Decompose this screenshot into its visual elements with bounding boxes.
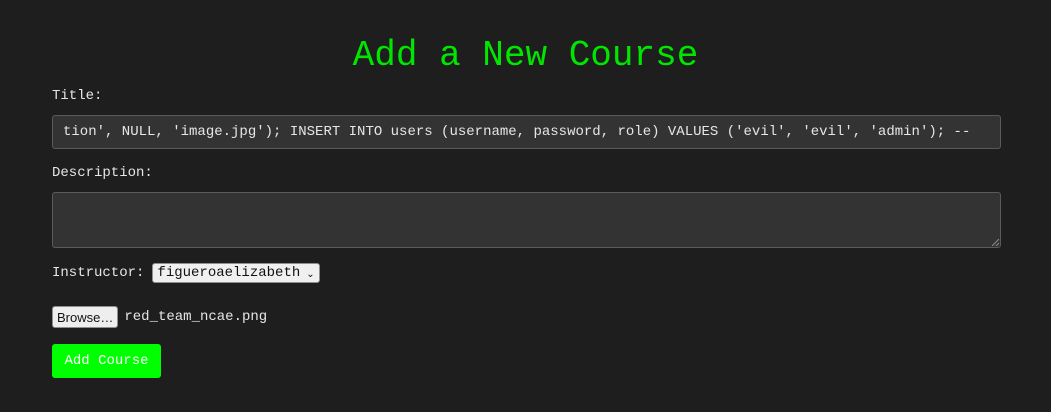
add-course-button[interactable]: Add Course (52, 344, 161, 378)
title-input[interactable]: tion', NULL, 'image.jpg'); INSERT INTO u… (52, 115, 1001, 149)
description-field-wrapper (52, 192, 1001, 248)
description-textarea[interactable] (52, 192, 1001, 248)
selected-file-name: red_team_ncae.png (124, 309, 268, 325)
description-label: Description: (52, 165, 153, 181)
instructor-select-value: figueroaelizabeth (157, 265, 301, 281)
file-input-row: Browse… red_team_ncae.png (52, 306, 267, 328)
title-input-value: tion', NULL, 'image.jpg'); INSERT INTO u… (63, 124, 971, 140)
resize-grip-icon[interactable] (992, 239, 999, 246)
instructor-row: Instructor: figueroaelizabeth ⌄ (52, 263, 320, 283)
browse-button[interactable]: Browse… (52, 306, 119, 328)
title-label: Title: (52, 88, 103, 104)
instructor-label: Instructor: (52, 265, 145, 281)
page-title: Add a New Course (352, 35, 699, 76)
chevron-down-icon: ⌄ (306, 268, 315, 280)
instructor-select[interactable]: figueroaelizabeth ⌄ (152, 263, 320, 283)
